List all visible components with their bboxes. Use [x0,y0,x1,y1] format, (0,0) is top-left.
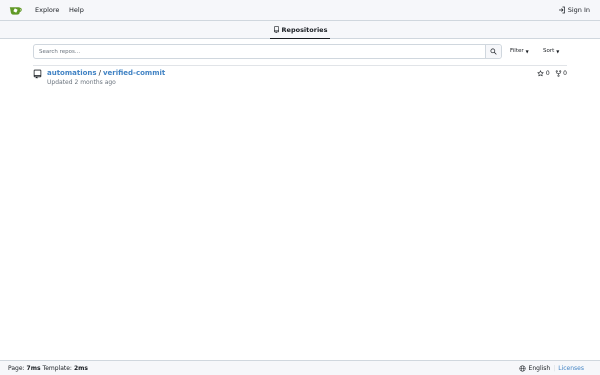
repo-stars-count: 0 [545,70,550,77]
search-box [33,44,502,59]
chevron-down-icon: ▼ [556,48,560,54]
repo-title: automations / verified-commit [47,69,165,77]
nav-explore-link[interactable]: Explore [35,6,59,14]
chevron-down-icon: ▼ [525,48,529,54]
sort-dropdown[interactable]: Sort ▼ [543,48,559,54]
repo-stars[interactable]: 0 [537,70,550,77]
fork-icon [555,70,561,77]
sign-in-label: Sign In [567,6,590,14]
repo-updated-time: 2 months ago [74,79,116,86]
template-time-label: Template: [42,365,72,372]
filter-dropdown[interactable]: Filter ▼ [510,48,529,54]
repo-stats: 0 0 [537,70,567,77]
licenses-link[interactable]: Licenses [558,365,584,372]
search-icon [490,48,497,55]
repo-icon [33,69,42,79]
tab-repositories[interactable]: Repositories [270,21,330,39]
repo-separator: / [98,69,101,77]
page-time-label: Page: [8,365,25,372]
repo-name-link[interactable]: verified-commit [103,69,165,77]
filter-label: Filter [510,48,524,54]
globe-icon [519,365,526,372]
repo-owner-link[interactable]: automations [47,69,97,77]
gitea-logo-icon[interactable] [9,4,22,17]
search-button[interactable] [485,45,501,58]
language-selector[interactable]: English [529,365,551,372]
top-navbar: Explore Help Sign In [0,0,600,21]
template-time-value: 2ms [73,365,88,372]
footer-separator: | [553,365,556,372]
star-icon [537,70,544,77]
page-time-value: 7ms [26,365,41,372]
sign-in-button[interactable]: Sign In [558,6,590,14]
repo-icon [273,26,279,33]
footer-timing: Page: 7ms Template: 2ms [8,365,88,372]
footer: Page: 7ms Template: 2ms English | Licens… [0,360,600,375]
footer-links: English | Licenses [519,365,584,372]
sign-in-icon [558,6,565,14]
nav-help-link[interactable]: Help [69,6,84,14]
repo-forks[interactable]: 0 [555,70,567,77]
repo-updated-prefix: Updated [47,79,73,86]
tab-strip: Repositories [0,21,600,39]
repo-forks-count: 0 [563,70,567,77]
sort-label: Sort [543,48,555,54]
repo-updated: Updated 2 months ago [47,79,116,86]
divider [33,65,567,66]
search-input[interactable] [34,45,485,58]
tab-repositories-label: Repositories [281,25,328,34]
